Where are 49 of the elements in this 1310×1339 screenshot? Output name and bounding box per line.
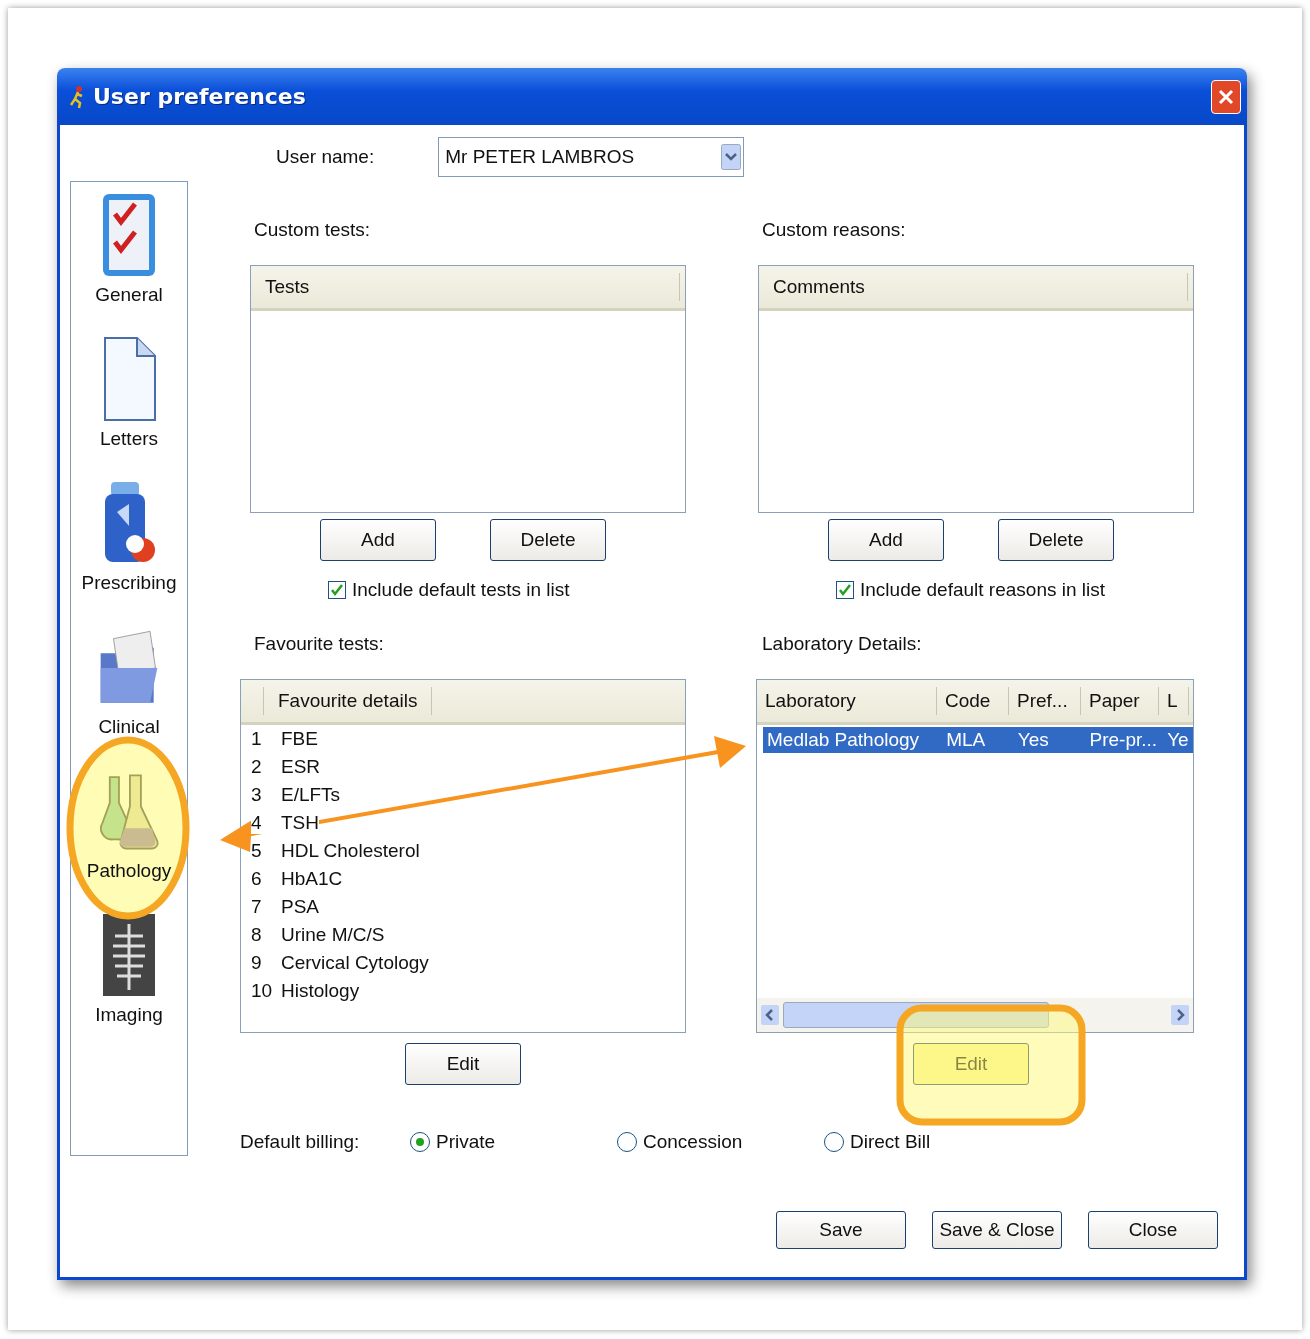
user-name-label: User name:	[276, 146, 375, 168]
radio-button[interactable]	[824, 1132, 844, 1152]
sidebar-label[interactable]: Pathology	[86, 860, 172, 882]
column-header[interactable]: Pref...	[1009, 687, 1081, 715]
sidebar-label[interactable]: General	[95, 284, 163, 306]
scroll-thumb[interactable]	[783, 1002, 1049, 1028]
sidebar-label[interactable]: Imaging	[95, 1004, 163, 1026]
radio-button[interactable]	[410, 1132, 430, 1152]
section-label: Favourite tests:	[254, 633, 385, 655]
radio-label[interactable]: Private	[436, 1131, 496, 1153]
edit-button[interactable]: Edit	[405, 1043, 521, 1085]
table-cell-text: Pre-pr...	[1088, 729, 1159, 751]
sidebar-label[interactable]: Letters	[99, 428, 159, 450]
column-header[interactable]: L	[1159, 687, 1189, 715]
radio-label[interactable]: Direct Bill	[850, 1131, 931, 1153]
checkbox[interactable]	[836, 581, 854, 599]
table-cell-text: MLA	[945, 729, 987, 751]
list-button[interactable]: Delete	[998, 519, 1114, 561]
horizontal-scrollbar[interactable]	[757, 998, 1193, 1032]
sidebar-label[interactable]: Prescribing	[81, 572, 177, 594]
footer-button[interactable]: Save	[776, 1211, 906, 1249]
table-cell-text: Medlab Pathology	[766, 729, 921, 751]
section-label: Custom reasons:	[762, 219, 907, 241]
user-name-dropdown[interactable]: Mr PETER LAMBROS	[438, 137, 745, 177]
table-cell-text: Yes	[1016, 729, 1050, 751]
radio-button[interactable]	[617, 1132, 637, 1152]
close-button[interactable]	[1211, 79, 1241, 114]
footer-button[interactable]: Close	[1088, 1211, 1218, 1249]
table-row[interactable]: Medlab Pathology MLA Yes Pre-pr... Ye	[763, 727, 1193, 753]
table-cell-text: Ye	[1166, 729, 1190, 751]
sidebar-label[interactable]: Clinical	[98, 716, 160, 738]
checkbox-label[interactable]: Include default tests in list	[352, 579, 570, 601]
window-title: User preferences	[93, 84, 307, 109]
list-button[interactable]: Delete	[490, 519, 606, 561]
section-label: Custom tests:	[254, 219, 372, 241]
scroll-right-icon[interactable]	[1171, 1004, 1189, 1026]
runner-icon	[69, 83, 85, 110]
checkbox[interactable]	[328, 581, 346, 599]
default-billing-label: Default billing:	[240, 1131, 361, 1153]
section-label: Laboratory Details:	[762, 633, 923, 655]
scroll-left-icon[interactable]	[761, 1004, 779, 1026]
radio-label[interactable]: Concession	[643, 1131, 743, 1153]
column-header[interactable]: Laboratory	[757, 687, 937, 715]
list-button[interactable]: Add	[320, 519, 436, 561]
list-button[interactable]: Add	[828, 519, 944, 561]
column-header[interactable]: Paper	[1081, 687, 1159, 715]
footer-button[interactable]: Save & Close	[932, 1211, 1062, 1249]
checkbox-label[interactable]: Include default reasons in list	[860, 579, 1106, 601]
column-header[interactable]: Code	[937, 687, 1009, 715]
